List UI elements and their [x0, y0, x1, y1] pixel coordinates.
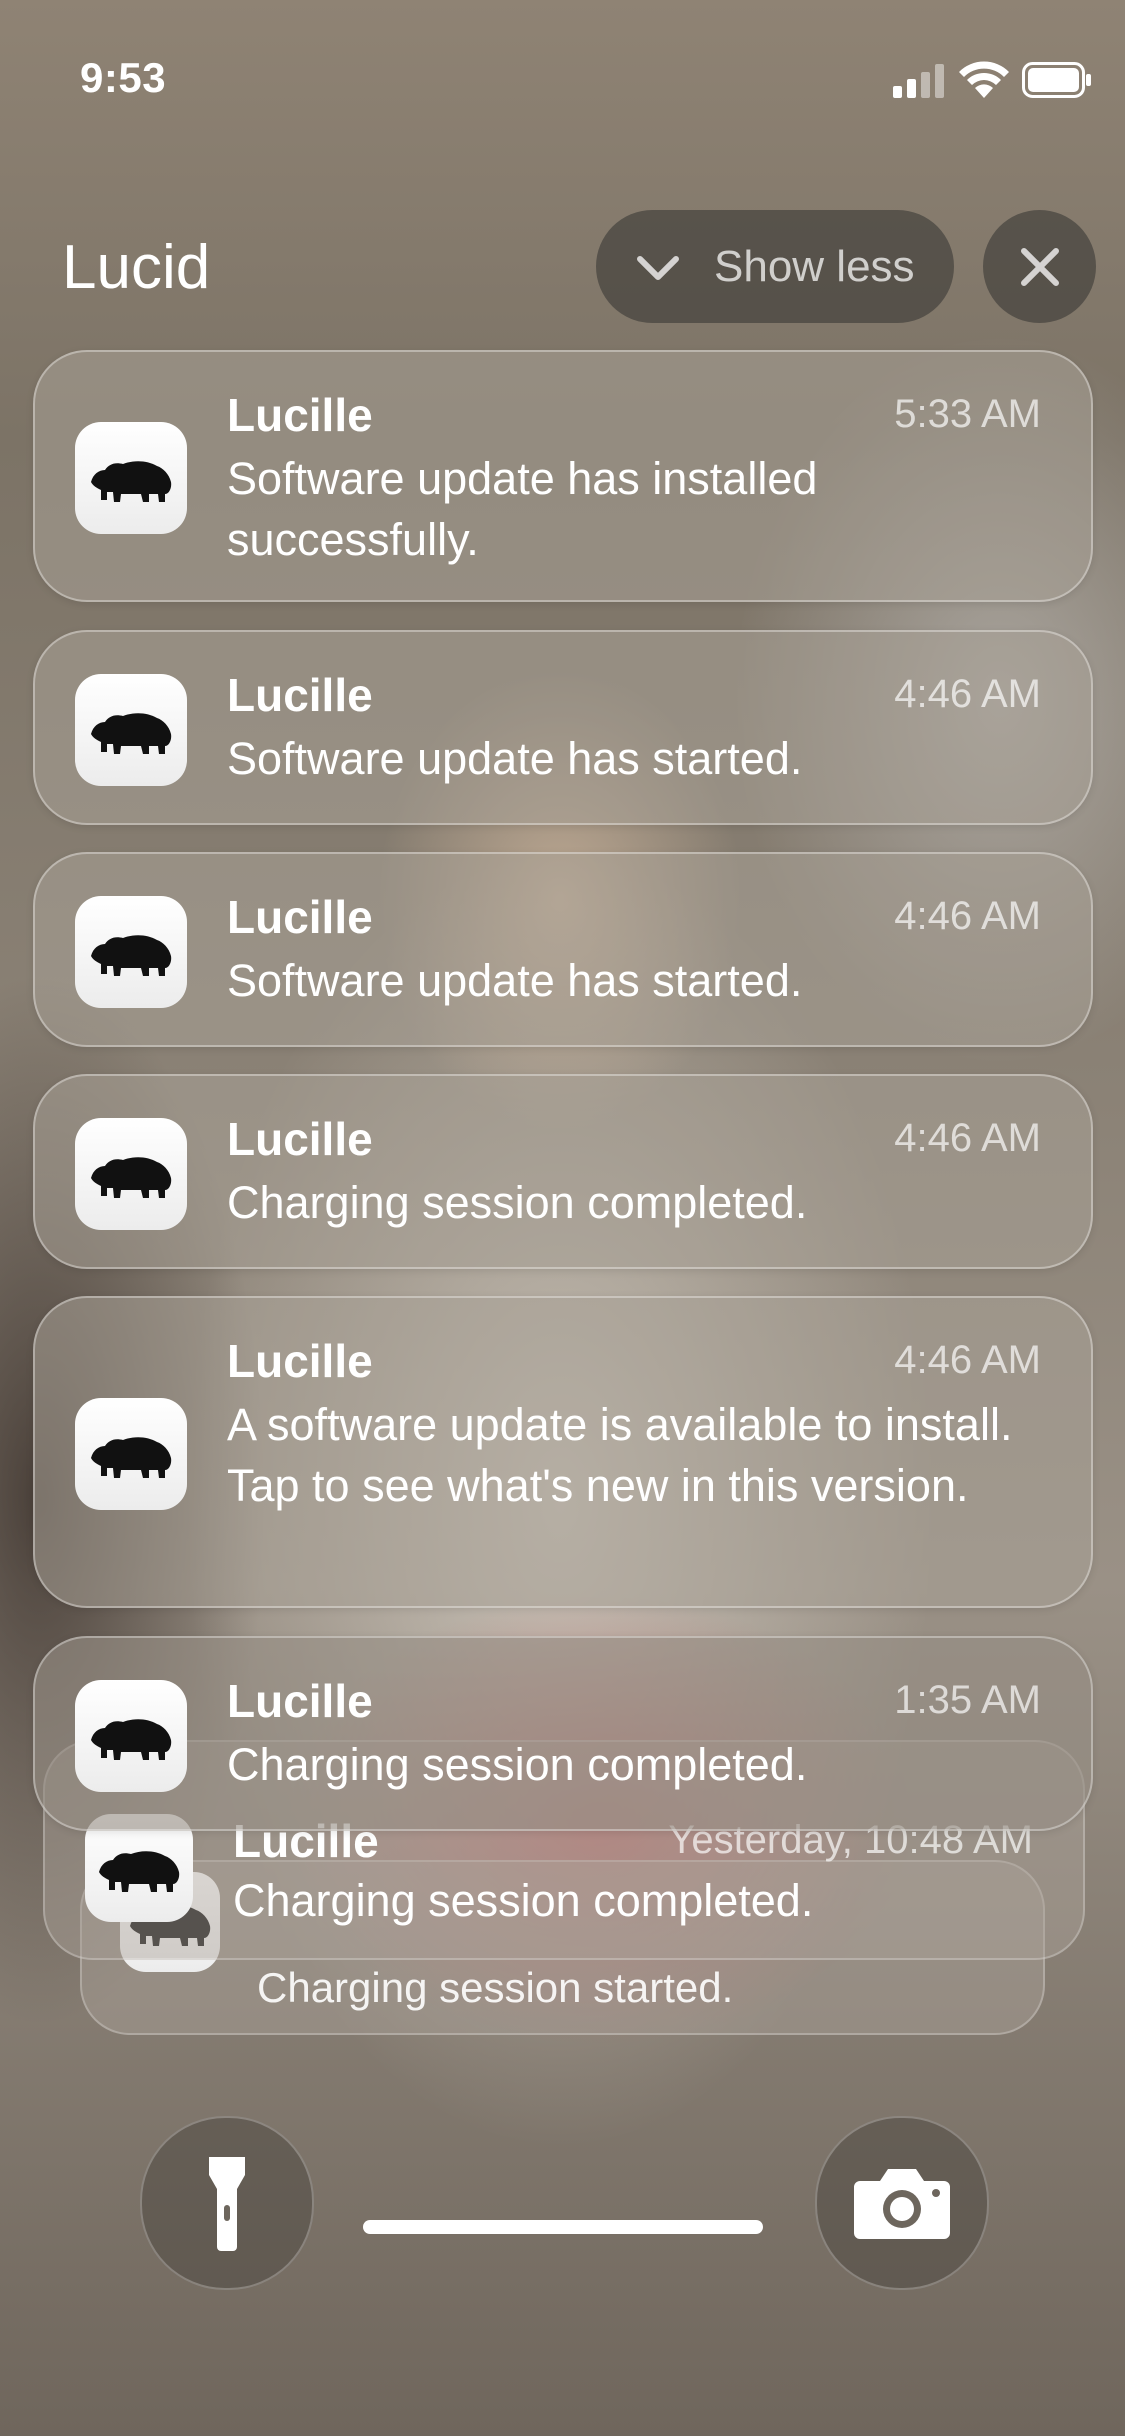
cellular-signal-icon [893, 64, 944, 98]
notification-time: 4:46 AM [894, 1116, 1041, 1160]
notification-time: 5:33 AM [894, 392, 1041, 436]
flashlight-button[interactable] [140, 2116, 314, 2290]
notification-group-header: Lucid Show less [0, 210, 1125, 330]
notification-card[interactable]: Lucille 4:46 AM Charging session complet… [33, 1074, 1093, 1269]
show-less-button[interactable]: Show less [596, 210, 954, 323]
home-indicator[interactable] [363, 2220, 763, 2234]
notification-time: 1:35 AM [894, 1678, 1041, 1722]
notification-time: 4:46 AM [894, 1338, 1041, 1382]
app-icon [75, 1680, 187, 1792]
notification-app-name: Lucille [227, 1113, 373, 1165]
close-icon [1020, 247, 1059, 286]
notification-body: Charging session completed. [233, 1875, 814, 1926]
show-less-label: Show less [714, 241, 915, 291]
chevron-down-icon [637, 255, 679, 280]
app-icon [75, 422, 187, 534]
battery-icon [1022, 62, 1091, 98]
notification-app-name: Lucille [227, 669, 373, 721]
camera-button[interactable] [815, 2116, 989, 2290]
notification-card[interactable]: Lucille 5:33 AM Software update has inst… [33, 350, 1093, 602]
stacked-notification-body: Charging session started. [257, 1964, 734, 2011]
bear-icon [91, 713, 172, 754]
notification-card[interactable]: Lucille 4:46 AM A software update is ava… [33, 1296, 1093, 1608]
notification-body: Software update has started. [227, 955, 803, 1006]
app-icon [75, 1398, 187, 1510]
notification-card[interactable]: Lucille 1:35 AM Charging session complet… [33, 1636, 1093, 1831]
bear-icon [91, 1437, 172, 1478]
bear-icon [91, 461, 172, 502]
bear-icon [91, 935, 172, 976]
camera-icon [854, 2169, 950, 2239]
notification-app-name: Lucille [227, 389, 373, 441]
notification-card[interactable]: Lucille 4:46 AM Software update has star… [33, 852, 1093, 1047]
status-bar: 9:53 [0, 0, 1125, 150]
flashlight-icon [209, 2157, 245, 2251]
notification-app-name: Lucille [227, 891, 373, 943]
notification-body: Charging session completed. [227, 1177, 808, 1228]
notification-time: 4:46 AM [894, 894, 1041, 938]
group-title: Lucid [62, 233, 211, 302]
notification-body: Software update has installed successful… [227, 453, 818, 565]
wifi-icon [959, 61, 1009, 98]
notification-card[interactable]: Lucille 4:46 AM Software update has star… [33, 630, 1093, 825]
bear-icon [99, 1851, 180, 1892]
notification-time: 4:46 AM [894, 672, 1041, 716]
app-icon [75, 674, 187, 786]
notification-body: Software update has started. [227, 733, 803, 784]
notification-body: Charging session completed. [227, 1739, 808, 1790]
notification-app-name: Lucille [227, 1675, 373, 1727]
bear-icon [91, 1157, 172, 1198]
app-icon [75, 1118, 187, 1230]
notification-app-name: Lucille [227, 1335, 373, 1387]
close-group-button[interactable] [983, 210, 1096, 323]
bear-icon [91, 1719, 172, 1760]
app-icon [75, 896, 187, 1008]
notification-body: A software update is available to instal… [227, 1399, 1013, 1511]
status-time: 9:53 [80, 54, 167, 101]
